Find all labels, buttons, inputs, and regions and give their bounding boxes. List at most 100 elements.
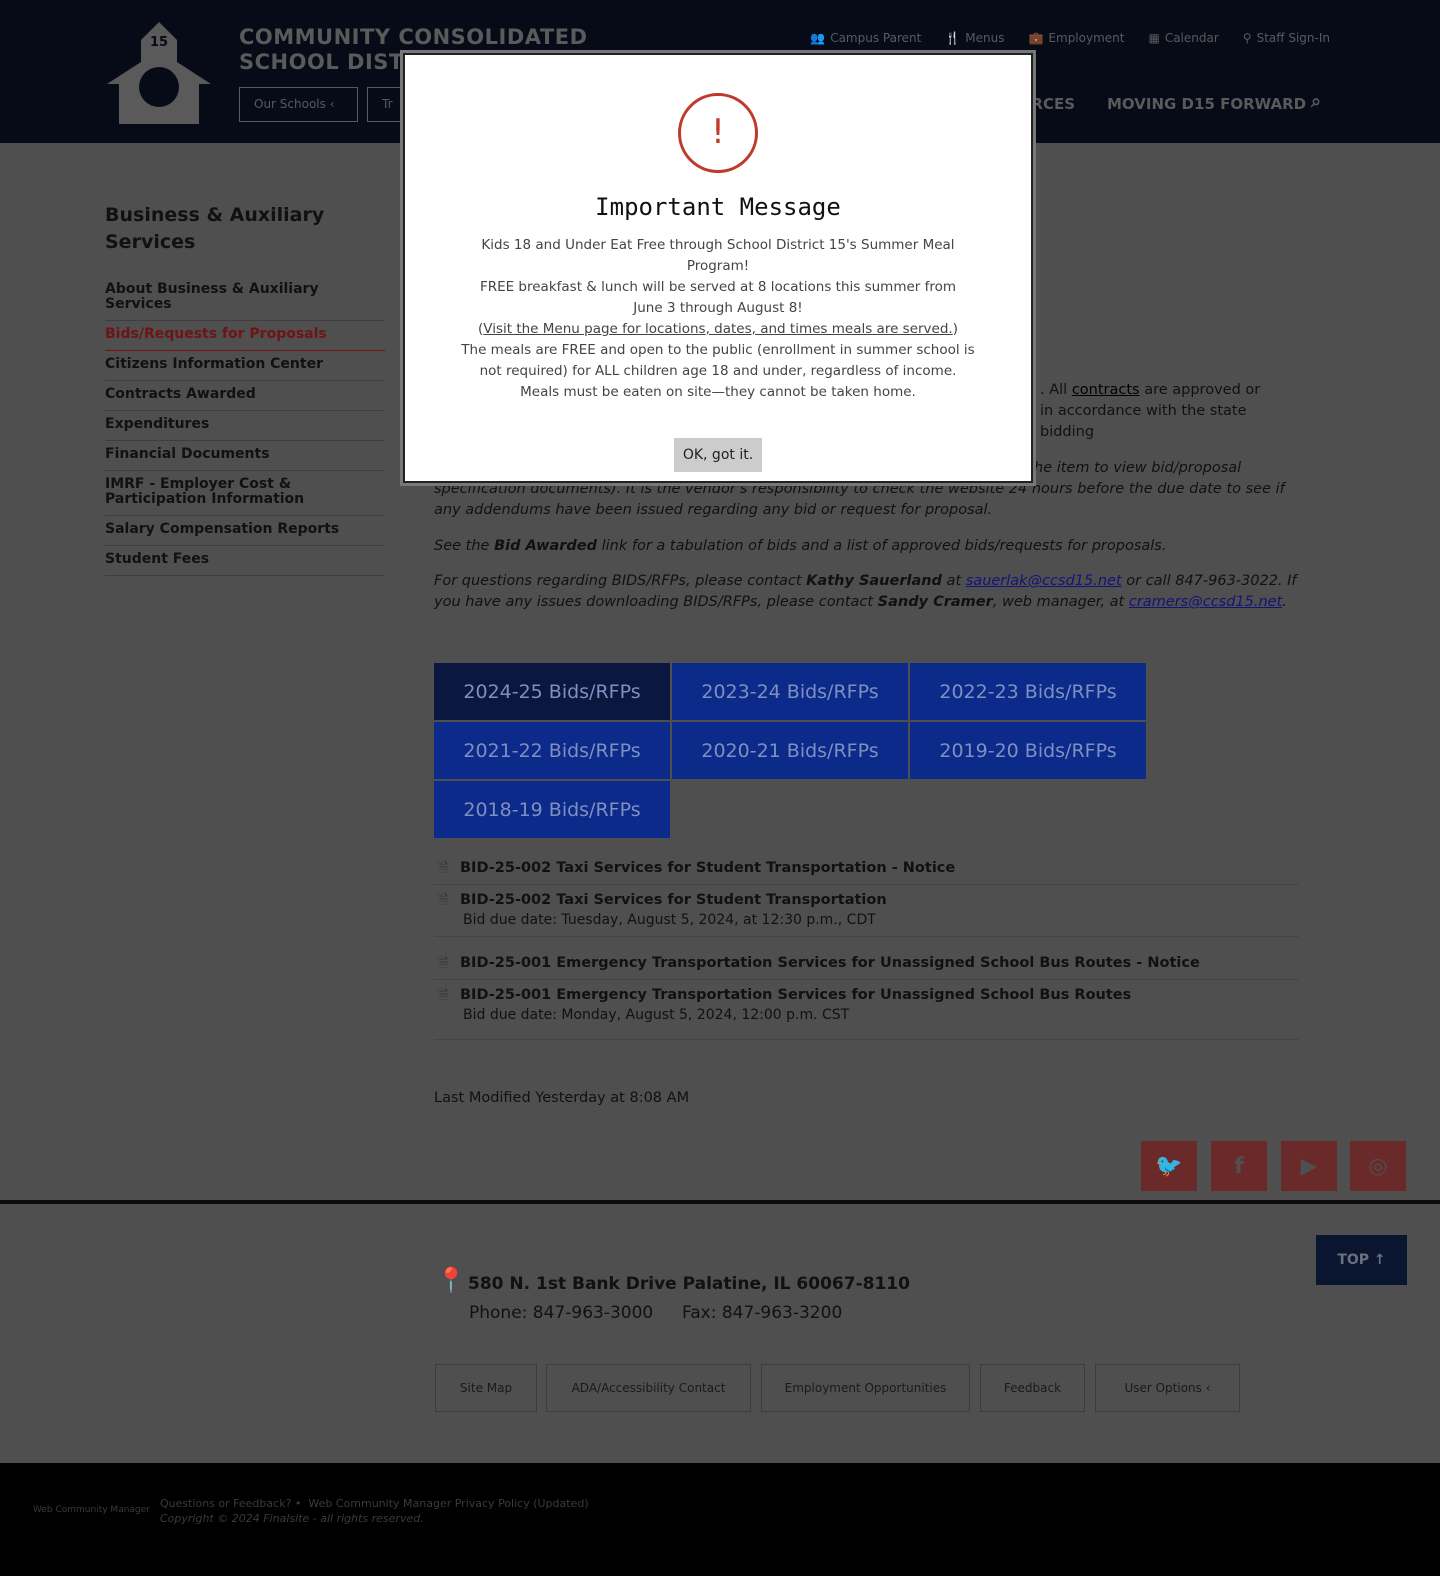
text: link for a tabulation of bids and a list…: [597, 538, 1167, 554]
pin-icon: ⚲: [1242, 31, 1252, 45]
district-line1: COMMUNITY CONSOLIDATED: [239, 25, 588, 49]
utility-employment[interactable]: 💼 Employment: [1028, 31, 1124, 45]
text: Bid Awarded: [494, 538, 598, 554]
tile-2022-23[interactable]: 2022-23 Bids/RFPs: [910, 663, 1146, 720]
sidebar-item[interactable]: Student Fees: [105, 546, 385, 576]
text: are approved or: [1139, 382, 1261, 398]
sidebar-item[interactable]: Financial Documents: [105, 441, 385, 471]
utility-campus-parent[interactable]: 👥 Campus Parent: [810, 31, 921, 45]
text: in accordance with the state bidding: [1040, 403, 1247, 440]
footer-address: 580 N. 1st Bank Drive Palatine, IL 60067…: [468, 1274, 910, 1294]
employment-link[interactable]: Employment Opportunities: [761, 1364, 970, 1412]
footer-fax: Fax: 847-963-3200: [682, 1303, 843, 1323]
map-pin-icon: 📍: [436, 1266, 466, 1294]
intro-fragment: . All contracts are approved or in accord…: [1040, 380, 1300, 443]
chevron-left-icon: ‹: [329, 97, 335, 111]
users-icon: 👥: [810, 31, 826, 45]
text: . All: [1040, 382, 1072, 398]
instagram-icon[interactable]: ◎: [1350, 1141, 1406, 1191]
utility-nav: 👥 Campus Parent 🍴 Menus 💼 Employment ▦ Calen…: [810, 31, 1330, 45]
modal-body: Kids 18 and Under Eat Free through Schoo…: [461, 237, 975, 400]
sidebar-item[interactable]: Citizens Information Center: [105, 351, 385, 381]
doc-title[interactable]: BID-25-001 Emergency Transportation Serv…: [460, 987, 1131, 1003]
contracts-link[interactable]: contracts: [1072, 382, 1140, 398]
last-modified: Last Modified Yesterday at 8:08 AM: [434, 1090, 690, 1106]
twitter-icon[interactable]: 🐦: [1141, 1141, 1197, 1191]
text: , web manager, at: [992, 594, 1129, 610]
doc-title[interactable]: BID-25-002 Taxi Services for Student Tra…: [460, 860, 955, 876]
sidebar-item[interactable]: Expenditures: [105, 411, 385, 441]
label: TOP: [1337, 1252, 1370, 1268]
youtube-icon[interactable]: ▶: [1281, 1141, 1337, 1191]
menu-page-link[interactable]: Visit the Menu page for locations, dates…: [483, 321, 952, 337]
tile-2019-20[interactable]: 2019-20 Bids/RFPs: [910, 722, 1146, 779]
document-item[interactable]: 🗎 BID-25-001 Emergency Transportation Ser…: [434, 955, 1299, 980]
pdf-icon: 🗎: [438, 893, 449, 908]
our-schools-button[interactable]: Our Schools ‹: [239, 87, 358, 122]
email-link[interactable]: cramers@ccsd15.net: [1129, 594, 1282, 610]
translate-button[interactable]: Tr: [367, 87, 407, 122]
text: specification documents). It is the vend…: [434, 481, 1285, 518]
site-map-link[interactable]: Site Map: [435, 1364, 537, 1412]
sidebar-title: Business & Auxiliary Services: [105, 204, 325, 253]
contact-paragraph: For questions regarding BIDS/RFPs, pleas…: [434, 571, 1299, 613]
label: Tr: [382, 97, 393, 111]
tile-2023-24[interactable]: 2023-24 Bids/RFPs: [672, 663, 908, 720]
user-options-button[interactable]: User Options ‹: [1095, 1364, 1240, 1412]
back-to-top-button[interactable]: TOP ↑: [1316, 1235, 1407, 1285]
tile-2018-19[interactable]: 2018-19 Bids/RFPs: [434, 781, 670, 838]
bid-awarded-paragraph: See the Bid Awarded link for a tabulatio…: [434, 536, 1299, 557]
tile-2021-22[interactable]: 2021-22 Bids/RFPs: [434, 722, 670, 779]
sidebar-item[interactable]: Contracts Awarded: [105, 381, 385, 411]
text: Kathy Sauerland: [806, 573, 942, 589]
district-logo[interactable]: 15: [107, 22, 211, 126]
pdf-icon: 🗎: [438, 956, 449, 971]
label: Staff Sign-In: [1256, 31, 1330, 45]
bottom-footer: Web Community Manager Questions or Feedb…: [0, 1463, 1440, 1576]
footer-divider: [0, 1200, 1440, 1204]
feedback-link[interactable]: Feedback: [980, 1364, 1085, 1412]
utility-staff-sign-in[interactable]: ⚲ Staff Sign-In: [1243, 31, 1330, 45]
label: MOVING D15 FORWARD: [1107, 95, 1307, 113]
text: Sandy Cramer: [877, 594, 993, 610]
footer-phone: Phone: 847-963-3000: [469, 1303, 654, 1323]
sidebar: Business & Auxiliary Services About Busi…: [105, 202, 385, 576]
privacy-link[interactable]: Web Community Manager Privacy Policy (Up…: [308, 1497, 588, 1510]
year-tiles: 2024-25 Bids/RFPs 2023-24 Bids/RFPs 2022…: [434, 663, 1146, 838]
copyright: Copyright © 2024 Finalsite - all rights …: [160, 1512, 424, 1525]
questions-link[interactable]: Questions or Feedback? •: [160, 1497, 301, 1510]
label: Menus: [965, 31, 1005, 45]
sidebar-item[interactable]: About Business & Auxiliary Services: [105, 276, 385, 321]
sidebar-item[interactable]: IMRF - Employer Cost & Participation Inf…: [105, 471, 385, 516]
modal-title: Important Message: [595, 193, 841, 221]
text: June 3 through August 8!: [633, 300, 803, 316]
chevron-left-icon: ‹: [1205, 1381, 1211, 1395]
utility-calendar[interactable]: ▦ Calendar: [1148, 31, 1218, 45]
wcm-logo[interactable]: Web Community Manager: [33, 1505, 150, 1515]
email-link[interactable]: sauerlak@ccsd15.net: [966, 573, 1122, 589]
doc-title[interactable]: BID-25-002 Taxi Services for Student Tra…: [460, 892, 887, 908]
sidebar-item[interactable]: Salary Compensation Reports: [105, 516, 385, 546]
pdf-icon: 🗎: [438, 861, 449, 876]
svg-text:15: 15: [150, 35, 168, 50]
text: Kids 18 and Under Eat Free through Schoo…: [481, 237, 955, 274]
label: Campus Parent: [830, 31, 922, 45]
arrow-up-icon: ↑: [1373, 1252, 1386, 1268]
ok-button[interactable]: OK, got it.: [673, 438, 763, 472]
doc-title[interactable]: BID-25-001 Emergency Transportation Serv…: [460, 955, 1200, 971]
ada-contact-link[interactable]: ADA/Accessibility Contact: [546, 1364, 751, 1412]
search-icon[interactable]: ⌕: [1311, 91, 1321, 112]
tile-2024-25[interactable]: 2024-25 Bids/RFPs: [434, 663, 670, 720]
document-item[interactable]: 🗎 BID-25-001 Emergency Transportation Ser…: [434, 987, 1299, 1040]
facebook-icon[interactable]: f: [1211, 1141, 1267, 1191]
document-item[interactable]: 🗎 BID-25-002 Taxi Services for Student Tr…: [434, 892, 1299, 937]
document-item[interactable]: 🗎 BID-25-002 Taxi Services for Student Tr…: [434, 860, 1299, 885]
nav-moving-d15-forward[interactable]: MOVING D15 FORWARD: [1107, 95, 1306, 113]
sidebar-item-active[interactable]: Bids/Requests for Proposals: [105, 321, 385, 351]
text: The meals are FREE and open to the publi…: [461, 342, 975, 400]
utility-menus[interactable]: 🍴 Menus: [945, 31, 1004, 45]
due-date: Bid due date: Tuesday, August 5, 2024, a…: [463, 912, 876, 928]
tile-2020-21[interactable]: 2020-21 Bids/RFPs: [672, 722, 908, 779]
calendar-icon: ▦: [1148, 31, 1160, 45]
text: .: [1282, 594, 1287, 610]
